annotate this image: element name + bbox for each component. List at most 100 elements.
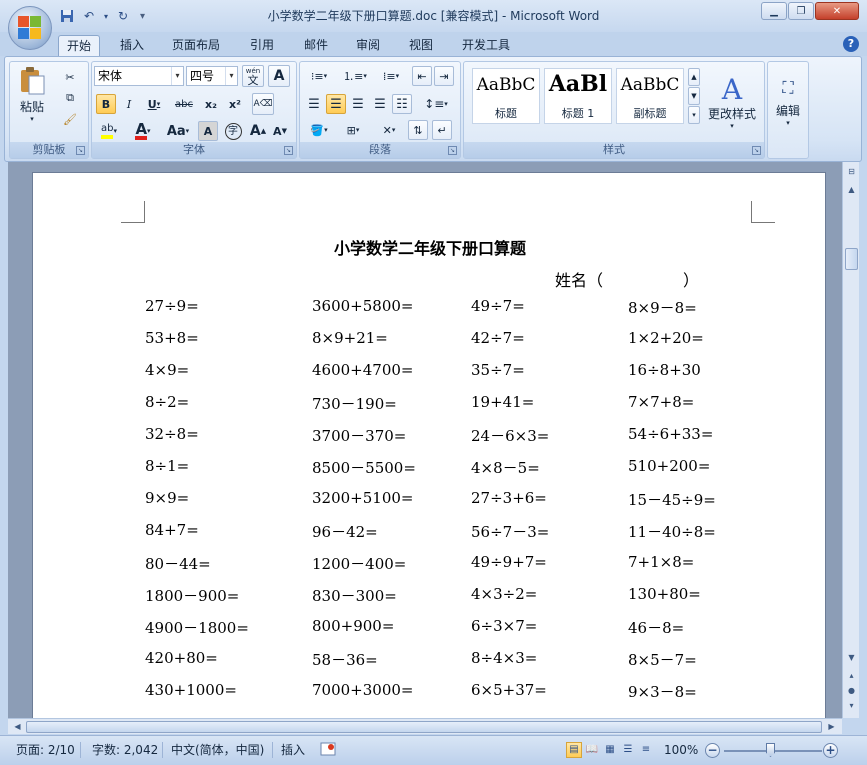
- align-right-icon[interactable]: ☰: [348, 94, 368, 114]
- document-title: 小学数学二年级下册口算题: [333, 239, 526, 258]
- insert-mode-indicator[interactable]: 插入: [281, 740, 305, 760]
- bullets-icon: ⁝≡: [310, 69, 324, 83]
- bold-button[interactable]: B: [96, 94, 116, 114]
- horizontal-scroll-thumb[interactable]: [26, 721, 822, 733]
- draft-view-icon[interactable]: ≡: [638, 742, 654, 758]
- horizontal-scrollbar[interactable]: ◀ ▶: [8, 718, 842, 734]
- clear-formatting-icon[interactable]: A⌫: [252, 93, 274, 115]
- select-browse-object-icon[interactable]: ●: [844, 683, 859, 698]
- tab-insert[interactable]: 插入: [112, 35, 152, 56]
- vertical-scrollbar[interactable]: ⊟ ▲ ▼ ▴ ● ▾: [842, 162, 859, 718]
- sort-icon[interactable]: ⇅: [408, 120, 428, 140]
- font-color-button[interactable]: A ▾: [128, 120, 158, 142]
- tab-developer[interactable]: 开发工具: [454, 35, 518, 56]
- enclose-char-button[interactable]: 字: [222, 121, 244, 141]
- show-marks-icon[interactable]: ↵: [432, 120, 452, 140]
- scroll-down-icon[interactable]: ▼: [844, 650, 859, 665]
- outline-view-icon[interactable]: ☰: [620, 742, 636, 758]
- styles-launcher-icon[interactable]: ↘: [752, 146, 761, 155]
- previous-page-icon[interactable]: ▴: [844, 668, 859, 683]
- office-button[interactable]: [8, 6, 52, 50]
- scroll-up-icon[interactable]: ▲: [844, 182, 859, 197]
- scroll-left-icon[interactable]: ◀: [10, 719, 25, 734]
- web-layout-icon[interactable]: ▦: [602, 742, 618, 758]
- font-size-combo[interactable]: 四号 ▾: [186, 66, 238, 86]
- font-launcher-icon[interactable]: ↘: [284, 146, 293, 155]
- question-item: 15－45÷9=: [628, 491, 716, 509]
- phonetic-guide-button[interactable]: wén 文: [242, 65, 264, 87]
- clipboard-launcher-icon[interactable]: ↘: [76, 146, 85, 155]
- font-size-dropdown-icon[interactable]: ▾: [225, 67, 237, 85]
- superscript-button[interactable]: x²: [224, 94, 246, 114]
- cut-icon[interactable]: ✂: [60, 68, 80, 86]
- strikethrough-button[interactable]: abc: [172, 94, 196, 114]
- style-heading1[interactable]: AaBl 标题 1: [544, 68, 612, 124]
- tab-page-layout[interactable]: 页面布局: [164, 35, 228, 56]
- styles-scroll-up-icon[interactable]: ▲: [688, 68, 700, 86]
- char-border-button[interactable]: A: [268, 65, 290, 87]
- document-page[interactable]: 小学数学二年级下册口算题 姓名（ ） 27÷9= 3600+5800= 49÷7= 8…: [32, 172, 826, 718]
- tab-view[interactable]: 视图: [401, 35, 441, 56]
- copy-icon[interactable]: ⧉: [60, 89, 80, 107]
- next-page-icon[interactable]: ▾: [844, 698, 859, 713]
- borders-button[interactable]: ⊞ ▾: [338, 120, 368, 140]
- ruler-toggle-icon[interactable]: ⊟: [844, 164, 859, 179]
- paste-button[interactable]: 粘贴 ▾: [14, 64, 50, 124]
- close-button[interactable]: ✕: [815, 2, 859, 20]
- align-center-icon[interactable]: ☰: [326, 94, 346, 114]
- decrease-indent-icon[interactable]: ⇤: [412, 66, 432, 86]
- increase-indent-icon[interactable]: ⇥: [434, 66, 454, 86]
- underline-button[interactable]: U ▾: [142, 94, 166, 114]
- page-count[interactable]: 页面: 2/10: [16, 740, 75, 760]
- align-left-icon[interactable]: ☰: [304, 94, 324, 114]
- word-count[interactable]: 字数: 2,042: [92, 740, 158, 760]
- grow-font-button[interactable]: A ▲: [248, 121, 268, 141]
- print-layout-view-icon[interactable]: ▤: [566, 742, 582, 758]
- question-item: 19+41=: [471, 393, 535, 411]
- font-color-glyph: A: [135, 120, 148, 140]
- line-spacing-button[interactable]: ↕≡ ▾: [420, 94, 452, 114]
- italic-button[interactable]: I: [119, 94, 139, 114]
- style-title[interactable]: AaBbC 标题: [472, 68, 540, 124]
- highlight-button[interactable]: ab ▾: [94, 120, 124, 142]
- numbering-button[interactable]: ⒈≡ ▾: [338, 66, 372, 86]
- zoom-slider-thumb[interactable]: [766, 743, 775, 757]
- editing-button[interactable]: ⛶ 编辑 ▾: [770, 66, 806, 138]
- subscript-glyph: x₂: [205, 97, 217, 111]
- zoom-in-icon[interactable]: +: [823, 743, 838, 758]
- bullets-button[interactable]: ⁝≡ ▾: [302, 66, 336, 86]
- change-styles-button[interactable]: A 更改样式 ▾: [704, 66, 760, 138]
- distribute-icon[interactable]: ☷: [392, 94, 412, 114]
- styles-more-icon[interactable]: ▾: [688, 106, 700, 124]
- font-name-dropdown-icon[interactable]: ▾: [171, 67, 183, 85]
- vertical-scroll-thumb[interactable]: [845, 248, 858, 270]
- zoom-out-icon[interactable]: −: [705, 743, 720, 758]
- format-painter-icon[interactable]: 🖌: [60, 110, 80, 128]
- subscript-button[interactable]: x₂: [200, 94, 222, 114]
- macro-record-icon[interactable]: [320, 742, 336, 762]
- styles-scroll-down-icon[interactable]: ▼: [688, 87, 700, 105]
- font-name-combo[interactable]: 宋体 ▾: [94, 66, 184, 86]
- justify-icon[interactable]: ☰: [370, 94, 390, 114]
- shrink-font-button[interactable]: A ▼: [270, 121, 290, 141]
- restore-button[interactable]: ❐: [788, 2, 814, 20]
- change-styles-label: 更改样式: [707, 106, 756, 121]
- chinese-layout-button[interactable]: ✕ ▾: [374, 120, 404, 140]
- zoom-level[interactable]: 100%: [664, 740, 698, 760]
- multilevel-list-button[interactable]: ⁞≡ ▾: [374, 66, 408, 86]
- question-item: 1×2+20=: [628, 329, 704, 347]
- help-icon[interactable]: ?: [843, 36, 859, 52]
- tab-references[interactable]: 引用: [242, 35, 282, 56]
- scroll-right-icon[interactable]: ▶: [824, 719, 839, 734]
- tab-mailings[interactable]: 邮件: [296, 35, 336, 56]
- minimize-button[interactable]: ▁: [761, 2, 787, 20]
- paragraph-launcher-icon[interactable]: ↘: [448, 146, 457, 155]
- style-subtitle[interactable]: AaBbC 副标题: [616, 68, 684, 124]
- full-screen-reading-icon[interactable]: 📖: [584, 742, 600, 758]
- tab-home[interactable]: 开始: [58, 35, 101, 56]
- language-indicator[interactable]: 中文(简体，中国): [171, 740, 264, 760]
- char-shading-button[interactable]: A: [198, 121, 218, 141]
- tab-review[interactable]: 审阅: [348, 35, 388, 56]
- shading-button[interactable]: 🪣 ▾: [304, 120, 334, 140]
- change-case-button[interactable]: Aa ▾: [162, 120, 194, 142]
